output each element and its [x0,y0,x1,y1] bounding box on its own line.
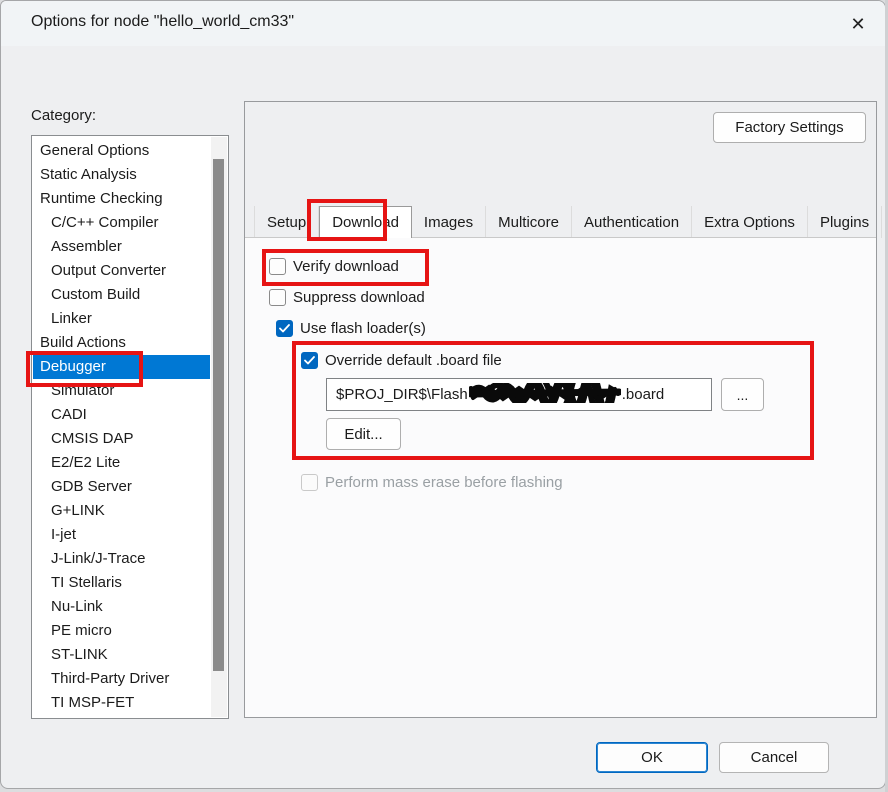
suppress-download-row: Suppress download [269,289,425,306]
category-item-e2-e2-lite[interactable]: E2/E2 Lite [33,451,210,475]
use-flash-loaders-row: Use flash loader(s) [276,320,426,337]
category-item-third-party-driver[interactable]: Third-Party Driver [33,667,210,691]
mass-erase-checkbox[interactable] [301,474,318,491]
category-item-cmsis-dap[interactable]: CMSIS DAP [33,427,210,451]
cancel-button[interactable]: Cancel [719,742,829,773]
tab-plugins[interactable]: Plugins [808,206,882,238]
tab-strip: SetupDownloadImagesMulticoreAuthenticati… [245,206,876,238]
category-item-assembler[interactable]: Assembler [33,235,210,259]
board-file-path-suffix: .board [622,386,665,403]
category-item-nu-link[interactable]: Nu-Link [33,595,210,619]
mass-erase-row: Perform mass erase before flashing [301,474,563,491]
check-icon [279,324,290,333]
category-list: General OptionsStatic AnalysisRuntime Ch… [33,139,210,715]
category-item-ti-msp-fet[interactable]: TI MSP-FET [33,691,210,715]
category-item-ti-stellaris[interactable]: TI Stellaris [33,571,210,595]
redaction-scribble [469,383,621,407]
override-board-file-label: Override default .board file [325,352,502,369]
tab-images[interactable]: Images [412,206,486,238]
category-item-static-analysis[interactable]: Static Analysis [33,163,210,187]
category-item-runtime-checking[interactable]: Runtime Checking [33,187,210,211]
category-item-j-link-j-trace[interactable]: J-Link/J-Trace [33,547,210,571]
tab-setup[interactable]: Setup [254,206,319,238]
verify-download-row: Verify download [269,258,399,275]
category-item-custom-build[interactable]: Custom Build [33,283,210,307]
category-item-st-link[interactable]: ST-LINK [33,643,210,667]
tab-multicore[interactable]: Multicore [486,206,572,238]
options-dialog: Options for node "hello_world_cm33" ✕ Ca… [0,0,886,789]
category-item-debugger[interactable]: Debugger [33,355,210,379]
title-bar: Options for node "hello_world_cm33" ✕ [1,1,885,46]
check-icon [304,356,315,365]
category-item-linker[interactable]: Linker [33,307,210,331]
category-item-c-c-compiler[interactable]: C/C++ Compiler [33,211,210,235]
suppress-download-checkbox[interactable] [269,289,286,306]
category-scrollbar[interactable] [211,137,227,717]
category-item-general-options[interactable]: General Options [33,139,210,163]
factory-settings-button[interactable]: Factory Settings [713,112,866,143]
scrollbar-thumb[interactable] [213,159,224,671]
verify-download-label: Verify download [293,258,399,275]
mass-erase-label: Perform mass erase before flashing [325,474,563,491]
category-item-output-converter[interactable]: Output Converter [33,259,210,283]
tab-download[interactable]: Download [319,206,412,238]
board-file-path-prefix: $PROJ_DIR$\Flash [336,386,468,403]
category-item-build-actions[interactable]: Build Actions [33,331,210,355]
edit-button[interactable]: Edit... [326,418,401,450]
category-item-simulator[interactable]: Simulator [33,379,210,403]
category-item-i-jet[interactable]: I-jet [33,523,210,547]
board-file-path-input[interactable]: $PROJ_DIR$\Flash .board [326,378,712,411]
category-item-gdb-server[interactable]: GDB Server [33,475,210,499]
browse-button[interactable]: ... [721,378,764,411]
ok-button[interactable]: OK [596,742,708,773]
category-label: Category: [31,107,96,124]
suppress-download-label: Suppress download [293,289,425,306]
close-icon[interactable]: ✕ [845,11,871,37]
tab-extra-options[interactable]: Extra Options [692,206,808,238]
category-item-pe-micro[interactable]: PE micro [33,619,210,643]
verify-download-checkbox[interactable] [269,258,286,275]
use-flash-loaders-checkbox[interactable] [276,320,293,337]
override-board-file-checkbox[interactable] [301,352,318,369]
category-item-cadi[interactable]: CADI [33,403,210,427]
category-item-g-link[interactable]: G+LINK [33,499,210,523]
use-flash-loaders-label: Use flash loader(s) [300,320,426,337]
tab-authentication[interactable]: Authentication [572,206,692,238]
override-board-file-row: Override default .board file [301,352,502,369]
dialog-title: Options for node "hello_world_cm33" [31,13,294,31]
category-listbox: General OptionsStatic AnalysisRuntime Ch… [31,135,229,719]
